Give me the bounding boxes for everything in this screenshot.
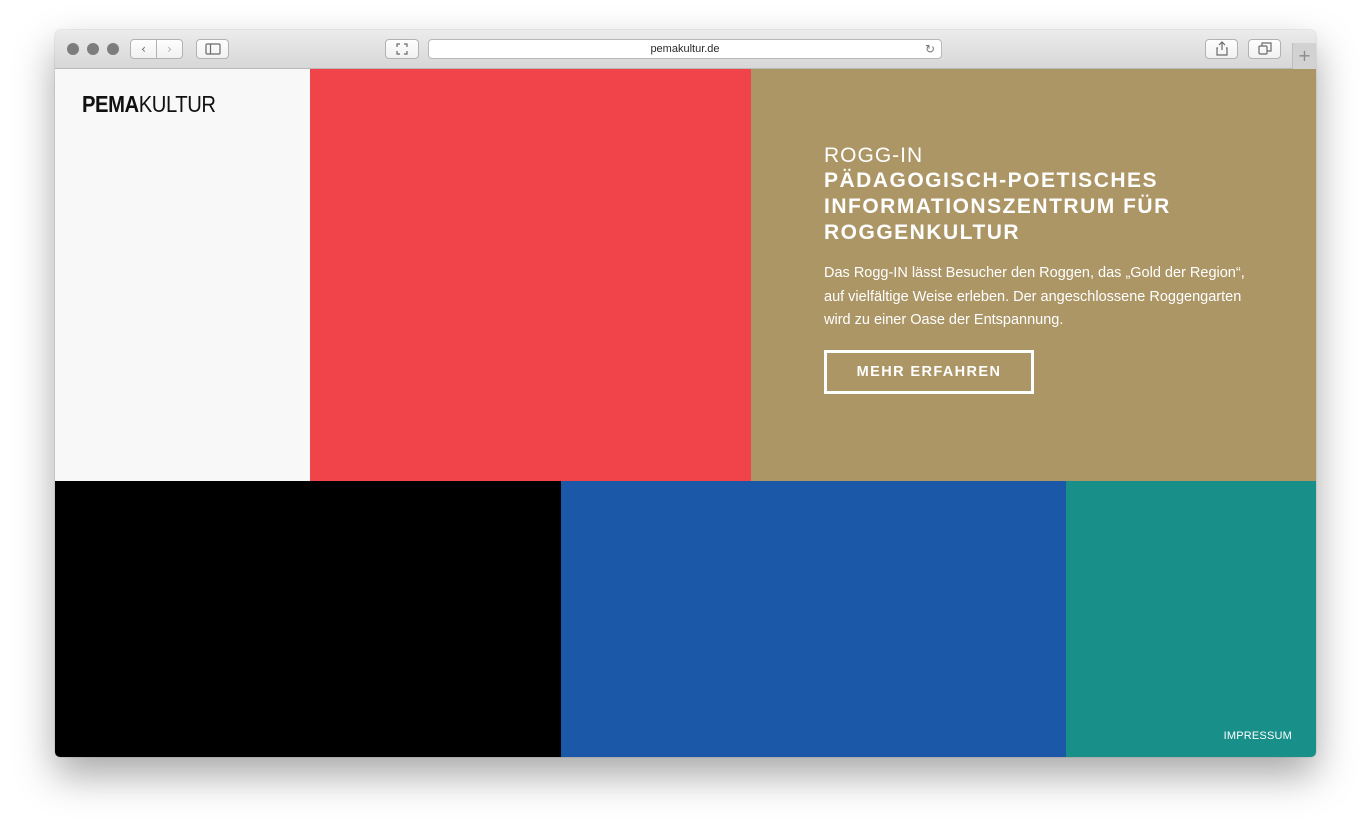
teal-tile: IMPRESSUM [1066, 481, 1316, 757]
zoom-window-button[interactable] [107, 43, 119, 55]
fullscreen-button[interactable] [385, 39, 419, 59]
tabs-overview-button[interactable] [1248, 39, 1281, 59]
share-button[interactable] [1205, 39, 1238, 59]
site-logo[interactable]: PEMAKULTUR [82, 91, 216, 118]
feature-headline-line-2: INFORMATIONSZENTRUM FÜR [824, 195, 1171, 218]
close-window-button[interactable] [67, 43, 79, 55]
new-tab-icon[interactable]: + [1292, 43, 1316, 69]
blue-tile[interactable] [561, 481, 1066, 757]
sidebar-button[interactable] [196, 39, 229, 59]
back-icon[interactable]: ‹ [131, 40, 156, 58]
minimize-window-button[interactable] [87, 43, 99, 55]
fullscreen-icon [396, 43, 408, 55]
feature-headline-line-1: PÄDAGOGISCH-POETISCHES [824, 169, 1159, 192]
logo-panel: PEMAKULTUR [55, 69, 310, 481]
browser-toolbar: ‹ › pemakultur.de ↻ + [55, 30, 1316, 69]
impressum-link[interactable]: IMPRESSUM [1224, 730, 1292, 742]
mehr-erfahren-button[interactable]: MEHR ERFAHREN [824, 349, 1034, 394]
address-bar[interactable]: pemakultur.de ↻ [428, 39, 942, 59]
feature-panel: ROGG-IN PÄDAGOGISCH-POETISCHES INFORMATI… [751, 69, 1316, 481]
share-icon [1215, 41, 1228, 56]
sidebar-icon [204, 43, 221, 55]
history-navigation: ‹ › [130, 39, 183, 59]
forward-icon[interactable]: › [156, 40, 182, 58]
tabs-icon [1257, 42, 1272, 55]
browser-window: ‹ › pemakultur.de ↻ + PEMAKULTUR ROGG-IN… [55, 30, 1316, 757]
page-content: PEMAKULTUR ROGG-IN PÄDAGOGISCH-POETISCHE… [55, 69, 1316, 757]
black-tile[interactable] [55, 481, 561, 757]
red-tile[interactable] [310, 69, 751, 481]
feature-headline-line-3: ROGGENKULTUR [824, 221, 1021, 244]
feature-description: Das Rogg-IN lässt Besucher den Roggen, d… [824, 265, 1245, 328]
feature-eyebrow: ROGG-IN [824, 144, 924, 167]
feature-content: ROGG-IN PÄDAGOGISCH-POETISCHES INFORMATI… [824, 143, 1264, 394]
url-text: pemakultur.de [650, 43, 720, 55]
logo-bold-text: PEMA [82, 91, 139, 117]
reload-icon[interactable]: ↻ [925, 40, 935, 58]
logo-light-text: KULTUR [138, 91, 216, 117]
